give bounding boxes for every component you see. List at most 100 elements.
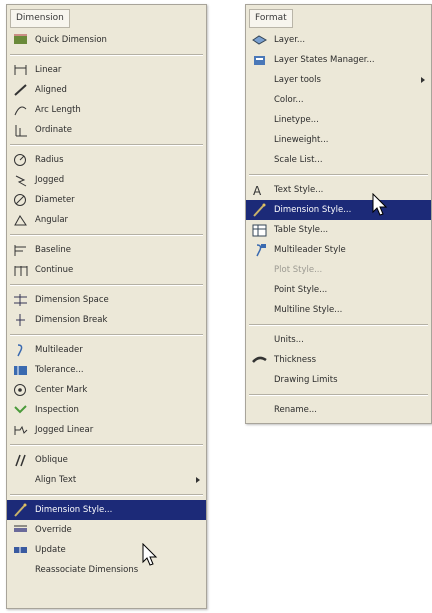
dimension-menu-item-tolerance[interactable]: Tolerance... — [7, 360, 206, 380]
dimension-menu-item-jogged-linear[interactable]: Jogged Linear — [7, 420, 206, 440]
menu-item-label: Override — [35, 525, 72, 535]
format-menu-item-linetype[interactable]: Linetype... — [246, 110, 431, 130]
diameter-icon — [13, 193, 28, 207]
menu-separator — [249, 174, 428, 176]
menu-item-label: Baseline — [35, 245, 72, 255]
menu-item-label: Drawing Limits — [274, 375, 338, 385]
layer-states-icon — [252, 53, 267, 67]
format-menu-item-table-style[interactable]: Table Style... — [246, 220, 431, 240]
format-menu-title[interactable]: Format — [249, 9, 293, 28]
mouse-cursor-icon — [142, 543, 158, 566]
menu-item-label: Text Style... — [274, 185, 324, 195]
multileader-icon — [13, 343, 28, 357]
dimension-menu-item-reassociate-dimensions[interactable]: Reassociate Dimensions — [7, 560, 206, 580]
multileader-style-icon — [252, 243, 267, 257]
submenu-arrow-icon — [196, 477, 200, 483]
menu-item-label: Dimension Style... — [35, 505, 113, 515]
dimension-menu-item-diameter[interactable]: Diameter — [7, 190, 206, 210]
dimension-menu-item-dimension-style[interactable]: Dimension Style... — [7, 500, 206, 520]
format-menu-item-multileader-style[interactable]: Multileader Style — [246, 240, 431, 260]
menu-item-label: Angular — [35, 215, 69, 225]
update-icon — [13, 543, 28, 557]
menu-separator — [10, 494, 203, 496]
dimension-menu-item-aligned[interactable]: Aligned — [7, 80, 206, 100]
dimension-menu-item-dimension-space[interactable]: Dimension Space — [7, 290, 206, 310]
menu-separator — [249, 324, 428, 326]
dimension-menu-item-continue[interactable]: Continue — [7, 260, 206, 280]
format-menu-item-thickness[interactable]: Thickness — [246, 350, 431, 370]
dimension-menu-title[interactable]: Dimension — [10, 9, 70, 28]
menu-item-label: Center Mark — [35, 385, 88, 395]
format-menu-item-text-style[interactable]: A Text Style... — [246, 180, 431, 200]
format-menu-item-layer-tools[interactable]: Layer tools — [246, 70, 431, 90]
thickness-icon — [252, 353, 267, 367]
menu-item-label: Thickness — [274, 355, 317, 365]
layer-icon — [252, 33, 268, 47]
menu-item-label: Lineweight... — [274, 135, 329, 145]
menu-item-label: Multiline Style... — [274, 305, 343, 315]
dimension-break-icon — [13, 313, 28, 327]
format-menu-item-drawing-limits[interactable]: Drawing Limits — [246, 370, 431, 390]
menu-item-label: Layer States Manager... — [274, 55, 375, 65]
menu-item-label: Dimension Style... — [274, 205, 352, 215]
format-menu-item-color[interactable]: Color... — [246, 90, 431, 110]
dimension-menu-item-inspection[interactable]: Inspection — [7, 400, 206, 420]
dimension-menu-item-dimension-break[interactable]: Dimension Break — [7, 310, 206, 330]
dimension-menu-item-ordinate[interactable]: Ordinate — [7, 120, 206, 140]
dimension-style-icon — [13, 503, 28, 517]
menu-separator — [10, 284, 203, 286]
mouse-cursor-icon — [372, 193, 388, 216]
dimension-menu-item-update[interactable]: Update — [7, 540, 206, 560]
menu-item-label: Units... — [274, 335, 304, 345]
dimension-menu-item-arc-length[interactable]: Arc Length — [7, 100, 206, 120]
format-menu-item-lineweight[interactable]: Lineweight... — [246, 130, 431, 150]
format-menu-item-dimension-style[interactable]: Dimension Style... — [246, 200, 431, 220]
dimension-menu-item-align-text[interactable]: Align Text — [7, 470, 206, 490]
menu-item-label: Multileader — [35, 345, 83, 355]
override-icon — [13, 523, 28, 537]
menu-item-label: Rename... — [274, 405, 317, 415]
dimension-menu-item-jogged[interactable]: Jogged — [7, 170, 206, 190]
dimension-menu-item-center-mark[interactable]: Center Mark — [7, 380, 206, 400]
dimension-menu-item-baseline[interactable]: Baseline — [7, 240, 206, 260]
format-menu-item-layer-states-manager[interactable]: Layer States Manager... — [246, 50, 431, 70]
ordinate-icon — [13, 123, 28, 137]
menu-item-label: Reassociate Dimensions — [35, 565, 139, 575]
menu-item-label: Layer... — [274, 35, 306, 45]
menu-item-label: Radius — [35, 155, 64, 165]
svg-text:A: A — [253, 184, 262, 197]
menu-item-label: Plot Style... — [274, 265, 323, 275]
format-menu-item-rename[interactable]: Rename... — [246, 400, 431, 420]
format-menu-item-layer[interactable]: Layer... — [246, 30, 431, 50]
format-menu-item-scale-list[interactable]: Scale List... — [246, 150, 431, 170]
oblique-icon — [13, 453, 28, 467]
continue-icon — [13, 263, 28, 277]
arc-length-icon — [13, 103, 28, 117]
menu-separator — [10, 444, 203, 446]
menu-item-label: Dimension Space — [35, 295, 109, 305]
format-menu-item-point-style[interactable]: Point Style... — [246, 280, 431, 300]
format-menu-item-multiline-style[interactable]: Multiline Style... — [246, 300, 431, 320]
tolerance-icon — [13, 363, 28, 377]
menu-item-label: Inspection — [35, 405, 79, 415]
menu-item-label: Jogged — [35, 175, 65, 185]
jogged-icon — [13, 173, 28, 187]
dimension-space-icon — [13, 293, 28, 307]
dimension-menu: Dimension Quick Dimension Linear Aligned Ar… — [6, 4, 207, 609]
menu-item-label: Multileader Style — [274, 245, 346, 255]
menu-item-label: Table Style... — [274, 225, 329, 235]
dimension-menu-item-override[interactable]: Override — [7, 520, 206, 540]
menu-item-label: Jogged Linear — [35, 425, 94, 435]
menu-item-label: Aligned — [35, 85, 67, 95]
dimension-menu-item-quick-dimension[interactable]: Quick Dimension — [7, 30, 206, 50]
menu-separator — [10, 144, 203, 146]
angular-icon — [13, 213, 28, 227]
dimension-menu-item-linear[interactable]: Linear — [7, 60, 206, 80]
dimension-menu-item-angular[interactable]: Angular — [7, 210, 206, 230]
dimension-menu-item-radius[interactable]: Radius — [7, 150, 206, 170]
dimension-menu-item-multileader[interactable]: Multileader — [7, 340, 206, 360]
text-style-icon: A — [252, 183, 267, 198]
submenu-arrow-icon — [421, 77, 425, 83]
format-menu-item-units[interactable]: Units... — [246, 330, 431, 350]
dimension-menu-item-oblique[interactable]: Oblique — [7, 450, 206, 470]
